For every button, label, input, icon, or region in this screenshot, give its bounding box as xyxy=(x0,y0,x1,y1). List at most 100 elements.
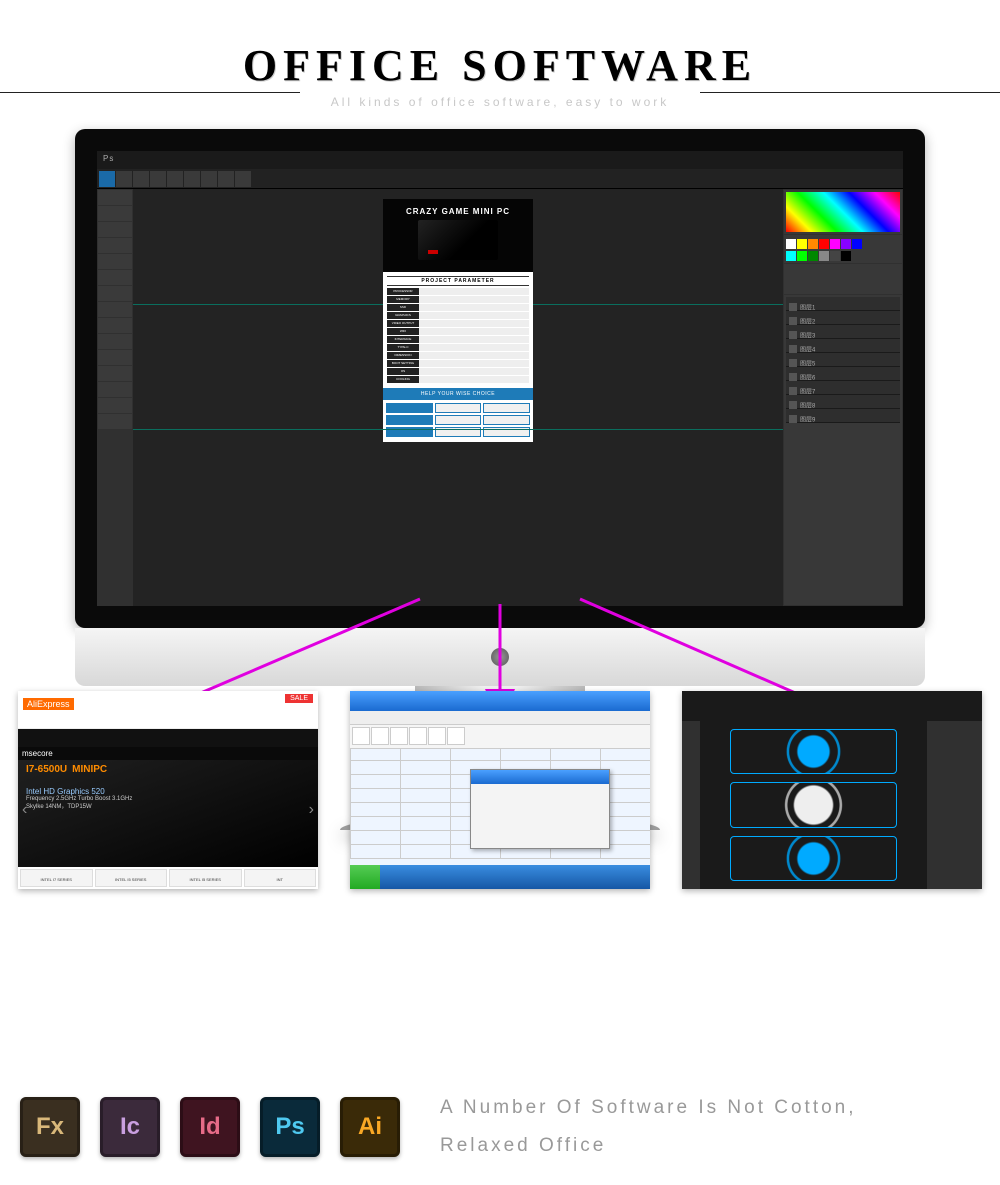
chevron-left-icon[interactable]: ‹ xyxy=(22,801,27,819)
color-panel[interactable] xyxy=(784,190,902,234)
swatch[interactable] xyxy=(852,239,862,249)
dialog-box[interactable] xyxy=(470,769,610,849)
thumbnail-spreadsheet[interactable] xyxy=(350,691,650,889)
thumbnail-browser[interactable]: AliExpress SALE msecore I7-6500U MINIPC … xyxy=(18,691,318,889)
eye-icon[interactable] xyxy=(789,345,797,353)
aliexpress-logo[interactable]: AliExpress xyxy=(23,698,74,710)
toolbar-btn[interactable] xyxy=(447,727,465,745)
layer-name: 图层9 xyxy=(800,417,815,423)
photoshop-toolbar[interactable] xyxy=(97,189,133,606)
crop-tool-icon[interactable] xyxy=(98,254,132,269)
toolbar-btn[interactable] xyxy=(428,727,446,745)
stamp-tool-icon[interactable] xyxy=(98,302,132,317)
eye-icon[interactable] xyxy=(789,303,797,311)
color-spectrum[interactable] xyxy=(786,192,900,232)
swatch[interactable] xyxy=(841,239,851,249)
layers-panel[interactable]: 图层1图层2图层3 图层4图层5图层6图层7图层8 图层9 xyxy=(784,295,902,605)
eye-icon[interactable] xyxy=(789,331,797,339)
start-button[interactable] xyxy=(350,865,380,889)
swatch[interactable] xyxy=(797,239,807,249)
layer-row[interactable]: 图层2 xyxy=(786,311,900,325)
swatch[interactable] xyxy=(819,251,829,261)
tool-option[interactable] xyxy=(218,171,234,187)
swatch[interactable] xyxy=(808,239,818,249)
layer-row[interactable]: 图层6 xyxy=(786,367,900,381)
swatch[interactable] xyxy=(819,239,829,249)
tool-option[interactable] xyxy=(167,171,183,187)
tool-option[interactable] xyxy=(201,171,217,187)
eye-icon[interactable] xyxy=(789,401,797,409)
layer-row[interactable]: 图层9 xyxy=(786,409,900,423)
layer-row[interactable]: 图层3 xyxy=(786,325,900,339)
excel-menubar[interactable] xyxy=(350,711,650,725)
dialog-titlebar[interactable] xyxy=(471,770,609,784)
excel-toolbar[interactable] xyxy=(350,725,650,749)
category-strip[interactable]: INTEL I7 SERIESINTEL I5 SERIESINTEL I5 S… xyxy=(18,867,318,889)
layer-row[interactable]: 图层1 xyxy=(786,297,900,311)
doc-compare xyxy=(383,400,533,442)
windows-taskbar[interactable] xyxy=(350,865,650,889)
toolbar-btn[interactable] xyxy=(390,727,408,745)
swatch[interactable] xyxy=(786,251,796,261)
swatch[interactable] xyxy=(797,251,807,261)
spec-label: INTERFACE xyxy=(387,336,419,343)
lasso-tool-icon[interactable] xyxy=(98,222,132,237)
eyedropper-tool-icon[interactable] xyxy=(98,270,132,285)
zoom-tool-icon[interactable] xyxy=(98,414,132,429)
afterfx-composition[interactable] xyxy=(700,721,927,889)
category-card[interactable]: INTEL I5 SERIES xyxy=(95,869,168,887)
tool-option[interactable] xyxy=(116,171,132,187)
spreadsheet-grid[interactable] xyxy=(350,749,650,859)
afterfx-right-panel[interactable] xyxy=(927,721,982,889)
pen-tool-icon[interactable] xyxy=(98,350,132,365)
swatch[interactable] xyxy=(808,251,818,261)
move-tool-icon[interactable] xyxy=(98,190,132,205)
site-nav[interactable] xyxy=(18,729,318,747)
category-card[interactable]: INTEL I7 SERIES xyxy=(20,869,93,887)
eye-icon[interactable] xyxy=(789,415,797,423)
photoshop-options-bar[interactable] xyxy=(97,169,903,189)
tool-option[interactable] xyxy=(184,171,200,187)
photoshop-canvas[interactable]: CRAZY GAME MINI PC PROJECT PARAMETER PRO… xyxy=(133,189,783,606)
photoshop-panels[interactable]: 图层1图层2图层3 图层4图层5图层6图层7图层8 图层9 xyxy=(783,189,903,606)
thumbnail-afterfx[interactable] xyxy=(682,691,982,889)
canvas-document[interactable]: CRAZY GAME MINI PC PROJECT PARAMETER PRO… xyxy=(383,199,533,442)
eye-icon[interactable] xyxy=(789,359,797,367)
layer-name: 图层4 xyxy=(800,347,815,353)
layer-row[interactable]: 图层7 xyxy=(786,381,900,395)
tool-option[interactable] xyxy=(150,171,166,187)
swatch[interactable] xyxy=(841,251,851,261)
category-card[interactable]: INTEL I5 SERIES xyxy=(169,869,242,887)
toolbar-btn[interactable] xyxy=(371,727,389,745)
excel-titlebar[interactable] xyxy=(350,691,650,711)
adjustments-panel[interactable] xyxy=(784,264,902,294)
afterfx-toolbar[interactable] xyxy=(682,691,982,721)
eye-icon[interactable] xyxy=(789,317,797,325)
eye-icon[interactable] xyxy=(789,373,797,381)
gradient-tool-icon[interactable] xyxy=(98,334,132,349)
layer-row[interactable]: 图层4 xyxy=(786,339,900,353)
tool-option[interactable] xyxy=(235,171,251,187)
category-card[interactable]: INT xyxy=(244,869,317,887)
shape-tool-icon[interactable] xyxy=(98,382,132,397)
afterfx-left-panel[interactable] xyxy=(682,721,700,889)
wand-tool-icon[interactable] xyxy=(98,238,132,253)
tool-option[interactable] xyxy=(133,171,149,187)
hand-tool-icon[interactable] xyxy=(98,398,132,413)
swatch[interactable] xyxy=(786,239,796,249)
swatch[interactable] xyxy=(830,251,840,261)
layer-row[interactable]: 图层8 xyxy=(786,395,900,409)
brush-tool-icon[interactable] xyxy=(98,286,132,301)
swatches-panel[interactable] xyxy=(784,235,902,263)
eraser-tool-icon[interactable] xyxy=(98,318,132,333)
type-tool-icon[interactable] xyxy=(98,366,132,381)
toolbar-btn[interactable] xyxy=(352,727,370,745)
chevron-right-icon[interactable]: › xyxy=(309,801,314,819)
cmp-cell xyxy=(483,427,530,437)
toolbar-btn[interactable] xyxy=(409,727,427,745)
eye-icon[interactable] xyxy=(789,387,797,395)
swatch[interactable] xyxy=(830,239,840,249)
layer-row[interactable]: 图层5 xyxy=(786,353,900,367)
marquee-tool-icon[interactable] xyxy=(98,206,132,221)
photoshop-menubar[interactable]: Ps xyxy=(97,151,903,169)
